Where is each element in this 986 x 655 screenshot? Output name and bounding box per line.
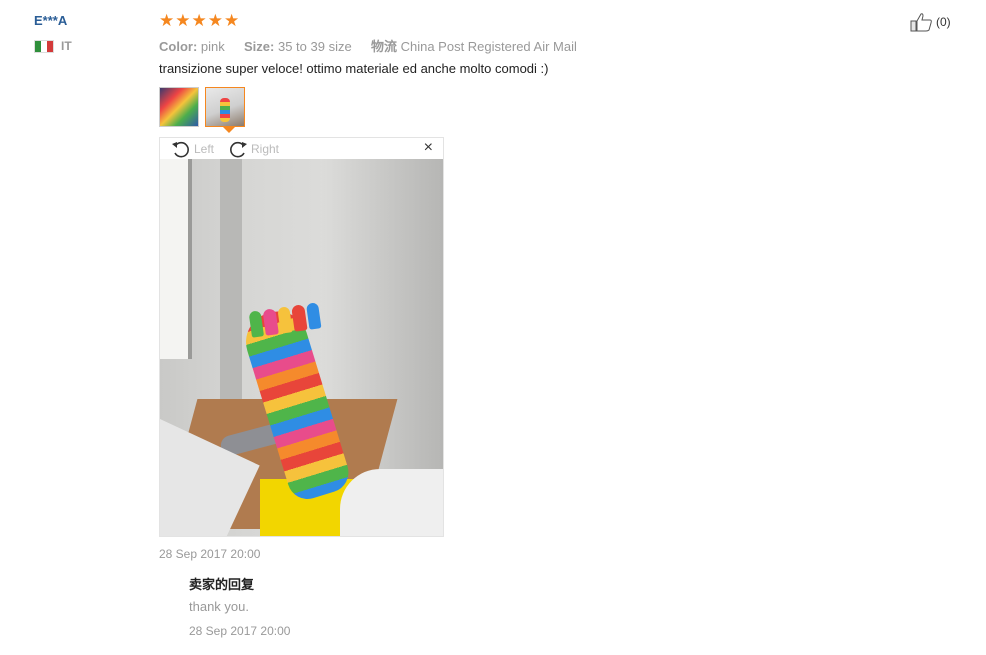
seller-reply-title: 卖家的回复 — [189, 577, 255, 592]
review-photo-thumbnails — [159, 87, 245, 127]
rotate-left-button[interactable]: Left — [170, 139, 214, 159]
rotate-left-icon — [172, 141, 189, 158]
photo-thumbnail-selected[interactable] — [205, 87, 245, 127]
shipping-value: China Post Registered Air Mail — [400, 39, 577, 54]
star-icon: ★ — [175, 11, 191, 30]
star-icon: ★ — [159, 11, 175, 30]
size-label: Size: — [244, 39, 275, 54]
seller-reply-date: 28 Sep 2017 20:00 — [189, 624, 291, 638]
helpful-button[interactable]: (0) — [910, 12, 951, 32]
star-icon: ★ — [224, 11, 240, 30]
color-value: pink — [200, 39, 225, 54]
country-code: IT — [61, 39, 72, 53]
helpful-count: (0) — [936, 15, 951, 29]
rotate-right-button[interactable]: Right — [227, 139, 279, 159]
color-label: Color: — [159, 39, 198, 54]
seller-reply-text: thank you. — [189, 599, 249, 614]
shipping-label: 物流 — [370, 39, 397, 54]
size-value: 35 to 39 size — [277, 39, 352, 54]
review-date: 28 Sep 2017 20:00 — [159, 547, 261, 561]
photo-viewer: Left Right × — [159, 137, 444, 537]
review-text: transizione super veloce! ottimo materia… — [159, 61, 549, 76]
review-photo — [160, 159, 443, 536]
thumbs-up-icon — [910, 13, 932, 32]
star-icon: ★ — [207, 11, 223, 30]
rotate-right-label: Right — [251, 142, 280, 156]
italy-flag-icon — [34, 39, 54, 53]
star-rating: ★ ★ ★ ★ ★ — [159, 12, 239, 29]
selected-indicator-arrow — [223, 127, 235, 133]
close-viewer-button[interactable]: × — [424, 140, 433, 156]
rotate-right-icon — [230, 141, 247, 158]
buyer-name: E***A — [34, 13, 68, 28]
photo-thumbnail[interactable] — [159, 87, 199, 127]
star-icon: ★ — [191, 11, 207, 30]
viewer-toolbar: Left Right × — [160, 138, 443, 159]
buyer-country: IT — [34, 39, 72, 53]
rotate-left-label: Left — [194, 142, 215, 156]
order-info: Color: pink Size: 35 to 39 size 物流 China… — [159, 36, 577, 55]
